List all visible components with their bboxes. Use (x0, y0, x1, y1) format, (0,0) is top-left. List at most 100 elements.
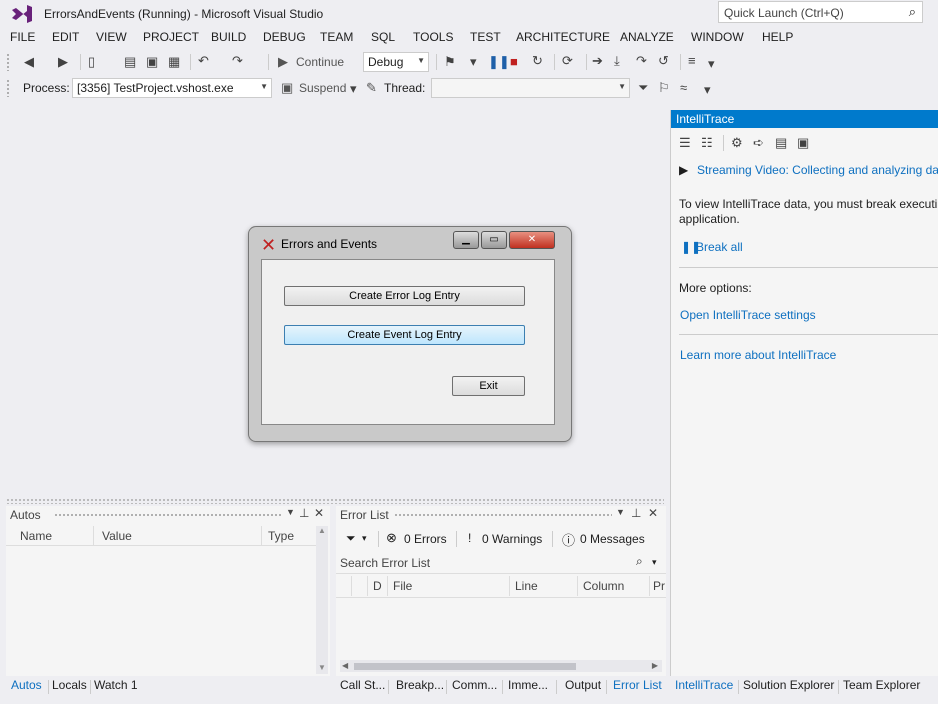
dropdown-icon[interactable]: ▾ (708, 56, 715, 72)
warnings-filter-button[interactable]: 0 Warnings (482, 532, 542, 546)
menu-window[interactable]: WINDOW (691, 30, 744, 44)
scroll-right-icon[interactable]: ▶ (652, 661, 658, 670)
menu-debug[interactable]: DEBUG (263, 30, 306, 44)
dropdown-icon[interactable]: ▾ (652, 557, 657, 568)
redo-icon[interactable]: ↷ (232, 53, 243, 69)
thread-select[interactable]: ▼ (431, 78, 630, 98)
close-icon[interactable]: ✕ (314, 506, 324, 520)
tab-watch-1[interactable]: Watch 1 (94, 678, 138, 692)
hex-display-icon[interactable]: ≡ (688, 53, 696, 69)
tab-error-list[interactable]: Error List (613, 678, 662, 692)
solution-config-select[interactable]: Debug ▼ (363, 52, 429, 72)
menu-help[interactable]: HELP (762, 30, 793, 44)
save-all-icon[interactable]: ▦ (168, 54, 180, 70)
tab-autos[interactable]: Autos (11, 678, 42, 692)
pin-icon[interactable]: ⊥ (299, 506, 309, 520)
new-project-icon[interactable]: ▯ (88, 54, 95, 70)
tab-locals[interactable]: Locals (52, 678, 87, 692)
column-column[interactable]: Column (578, 576, 650, 596)
errors-filter-button[interactable]: 0 Errors (404, 532, 447, 546)
tab-team-explorer[interactable]: Team Explorer (843, 678, 920, 692)
column-line[interactable]: Line (510, 576, 578, 596)
column-value[interactable]: Value (94, 526, 262, 546)
create-error-log-button[interactable]: Create Error Log Entry (284, 286, 525, 306)
continue-button[interactable]: Continue (296, 55, 344, 69)
save-icon[interactable]: ▣ (146, 54, 158, 70)
save-icon[interactable]: ▣ (797, 135, 809, 151)
break-all-icon[interactable]: ❚❚ (488, 54, 510, 70)
exit-button[interactable]: Exit (452, 376, 525, 396)
dropdown-icon[interactable]: ▾ (362, 533, 367, 544)
tab-output[interactable]: Output (565, 678, 601, 692)
menu-test[interactable]: TEST (470, 30, 501, 44)
forward-icon[interactable]: ▶ (58, 54, 68, 70)
scroll-left-icon[interactable]: ◀ (342, 661, 348, 670)
tab-call-stack[interactable]: Call St... (340, 678, 385, 692)
step-into-icon[interactable]: ⤓ (614, 53, 620, 69)
create-event-log-button[interactable]: Create Event Log Entry (284, 325, 525, 345)
dropdown-icon[interactable]: ▾ (704, 82, 711, 98)
menu-file[interactable]: FILE (10, 30, 35, 44)
step-over-icon[interactable]: ↷ (636, 53, 647, 69)
tab-breakpoints[interactable]: Breakp... (396, 678, 444, 692)
stop-debugging-icon[interactable]: ■ (510, 54, 518, 70)
menu-architecture[interactable]: ARCHITECTURE (516, 30, 610, 44)
dropdown-icon[interactable]: ▾ (350, 81, 357, 97)
splitter[interactable] (6, 498, 664, 504)
menu-project[interactable]: PROJECT (143, 30, 199, 44)
back-icon[interactable]: ◀ (24, 54, 34, 70)
calls-view-icon[interactable]: ☷ (701, 135, 713, 151)
menu-analyze[interactable]: ANALYZE (620, 30, 674, 44)
close-icon[interactable]: ✕ (509, 231, 555, 249)
show-next-statement-icon[interactable]: ➔ (592, 53, 603, 69)
scroll-up-icon[interactable]: ▲ (318, 526, 326, 535)
dropdown-icon[interactable]: ▾ (470, 54, 477, 70)
column-project[interactable]: Pr (650, 576, 666, 596)
menu-view[interactable]: VIEW (96, 30, 127, 44)
step-out-icon[interactable]: ↺ (658, 53, 669, 69)
settings-gear-icon[interactable]: ⚙ (731, 135, 743, 151)
vertical-scrollbar[interactable]: ▲ ▼ (316, 526, 328, 674)
menu-team[interactable]: TEAM (320, 30, 353, 44)
flag-filter-icon[interactable]: ⚐ (658, 80, 670, 96)
search-error-list-input[interactable]: Search Error List ⌕ ▾ (336, 552, 666, 574)
menu-sql[interactable]: SQL (371, 30, 395, 44)
continue-icon[interactable]: ▶ (278, 54, 288, 70)
pane-grip[interactable] (54, 513, 282, 517)
menu-tools[interactable]: TOOLS (413, 30, 453, 44)
frame-icon[interactable]: ≈ (680, 80, 687, 96)
process-select[interactable]: [3356] TestProject.vshost.exe ▼ (72, 78, 272, 98)
pane-grip[interactable] (394, 513, 612, 517)
messages-filter-button[interactable]: 0 Messages (580, 532, 645, 546)
menu-build[interactable]: BUILD (211, 30, 246, 44)
tab-solution-explorer[interactable]: Solution Explorer (743, 678, 834, 692)
column-type[interactable]: Type (262, 526, 322, 546)
tab-command-window[interactable]: Comm... (452, 678, 497, 692)
filter-icon[interactable]: ⏷ (346, 531, 356, 546)
menu-edit[interactable]: EDIT (52, 30, 79, 44)
open-file-icon[interactable]: ▤ (124, 54, 136, 70)
quick-launch-input[interactable]: Quick Launch (Ctrl+Q) ⌕ (718, 1, 923, 23)
open-log-icon[interactable]: ▤ (775, 135, 787, 151)
column-description[interactable]: D (368, 576, 388, 596)
horizontal-scrollbar[interactable]: ◀ ▶ (340, 660, 662, 672)
toolbar-grip[interactable] (6, 53, 10, 71)
refresh-icon[interactable]: ⟳ (562, 53, 573, 69)
learn-more-link[interactable]: Learn more about IntelliTrace (680, 348, 836, 362)
close-icon[interactable]: ✕ (648, 506, 658, 520)
maximize-icon[interactable]: ▭ (481, 231, 507, 249)
suspend-icon[interactable]: ▣ (281, 80, 293, 96)
column-name[interactable]: Name (6, 526, 94, 546)
break-all-link[interactable]: Break all (696, 240, 743, 254)
filter-icon[interactable]: ⏷ (638, 80, 648, 96)
navigate-icon[interactable]: ➪ (753, 135, 764, 151)
open-settings-link[interactable]: Open IntelliTrace settings (680, 308, 816, 322)
suspend-button[interactable]: Suspend (299, 81, 346, 95)
pin-icon[interactable]: ⊥ (631, 506, 641, 520)
dropdown-icon[interactable]: ▼ (286, 507, 295, 517)
restart-icon[interactable]: ↻ (532, 53, 543, 69)
undo-icon[interactable]: ↶ (198, 53, 209, 69)
scroll-thumb[interactable] (354, 663, 576, 670)
toolbar-grip[interactable] (6, 79, 10, 97)
scroll-down-icon[interactable]: ▼ (318, 663, 326, 672)
